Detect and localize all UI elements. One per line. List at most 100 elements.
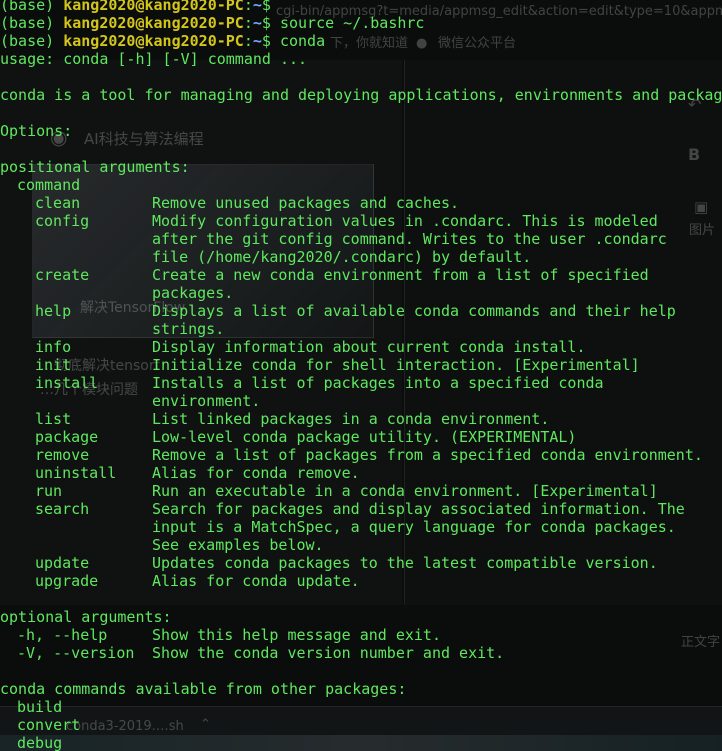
- optional-arg-name: -V, --version: [17, 644, 135, 662]
- prompt-path: ~: [252, 0, 262, 14]
- subcommand-line: info Display information about current co…: [0, 338, 722, 356]
- subcommand-desc: List linked packages in a conda environm…: [152, 410, 550, 428]
- command-label: command: [17, 176, 81, 194]
- options-header: Options:: [0, 122, 73, 140]
- subcommand-name-wrap: clean: [0, 194, 152, 212]
- subcommand-line: install Installs a list of packages into …: [0, 374, 722, 392]
- subcommand-name-wrap: remove: [0, 446, 152, 464]
- subcommand-desc: Run an executable in a conda environment…: [152, 482, 658, 500]
- subcommand-desc: Low-level conda package utility. (EXPERI…: [152, 428, 577, 446]
- subcommand-desc: Alias for conda remove.: [152, 464, 360, 482]
- subcommand-desc: Remove unused packages and caches.: [152, 194, 460, 212]
- positional-header: positional arguments:: [0, 158, 190, 176]
- subcommand-name: init: [35, 356, 72, 374]
- subcommand-desc: Remove a list of packages from a specifi…: [152, 446, 703, 464]
- optional-arg-line: -h, --help Show this help message and exi…: [0, 626, 722, 644]
- subcommand-desc: Search for packages and display associat…: [152, 500, 685, 518]
- usage-text: usage: conda [-h] [-V] command ...: [0, 50, 308, 68]
- subcommand-desc: Displays a list of available conda comma…: [152, 302, 676, 320]
- subcommand-line: help Displays a list of available conda c…: [0, 302, 722, 320]
- subcommand-line: create Create a new conda environment fro…: [0, 266, 722, 284]
- command-label-line: command: [0, 176, 722, 194]
- subcommand-name: info: [35, 338, 72, 356]
- prompt-user-host: kang2020@kang2020-PC: [63, 0, 244, 14]
- subcommand-name: list: [35, 410, 72, 428]
- command-text: conda: [279, 32, 326, 50]
- subcommand-name: package: [35, 428, 99, 446]
- optional-header: optional arguments:: [0, 608, 172, 626]
- subcommand-name: install: [35, 374, 99, 392]
- subcommand-name-wrap: search: [0, 500, 152, 518]
- prompt-path: ~: [252, 14, 262, 32]
- subcommand-name-wrap: create: [0, 266, 152, 284]
- optional-arg-wrap: -V, --version: [0, 644, 152, 662]
- optional-arg-wrap: -h, --help: [0, 626, 152, 644]
- subcommand-line: package Low-level conda package utility. …: [0, 428, 722, 446]
- other-command-line: debug: [0, 734, 722, 751]
- subcommand-desc: Modify configuration values in .condarc.…: [152, 212, 658, 230]
- subcommand-line: environment.: [0, 392, 722, 410]
- optional-arg-line: -V, --version Show the conda version numb…: [0, 644, 722, 662]
- subcommand-name: clean: [35, 194, 81, 212]
- subcommand-name: run: [35, 482, 63, 500]
- subcommand-name: help: [35, 302, 72, 320]
- subcommand-desc: Updates conda packages to the latest com…: [152, 554, 658, 572]
- other-command-name: debug: [17, 734, 63, 751]
- subcommand-name-wrap: update: [0, 554, 152, 572]
- subcommand-desc: Installs a list of packages into a speci…: [152, 374, 604, 392]
- optional-arg-desc: Show the conda version number and exit.: [152, 644, 505, 662]
- subcommand-name: search: [35, 500, 90, 518]
- subcommand-name-wrap: upgrade: [0, 572, 152, 590]
- subcommand-name-wrap: list: [0, 410, 152, 428]
- other-commands-header: conda commands available from other pack…: [0, 680, 407, 698]
- subcommand-line: init Initialize conda for shell interacti…: [0, 356, 722, 374]
- subcommand-desc: See examples below.: [152, 536, 324, 554]
- other-command-line: build: [0, 698, 722, 716]
- prompt-separator: :: [243, 0, 253, 14]
- subcommand-desc: Create a new conda environment from a li…: [152, 266, 649, 284]
- subcommand-line: run Run an executable in a conda environm…: [0, 482, 722, 500]
- prompt-dollar: $: [261, 32, 280, 50]
- other-command-name: build: [17, 698, 63, 716]
- subcommand-desc: Initialize conda for shell interaction. …: [152, 356, 640, 374]
- terminal-window[interactable]: cgi-bin/appmsg?t=media/appmsg_edit&actio…: [0, 0, 722, 751]
- prompt-line: (base) kang2020@kang2020-PC:~$ source ~/…: [0, 14, 722, 32]
- optional-header-line: optional arguments:: [0, 608, 722, 626]
- subcommand-line: See examples below.: [0, 536, 722, 554]
- prompt-user-host: kang2020@kang2020-PC: [63, 14, 244, 32]
- prompt-line: (base) kang2020@kang2020-PC:~$ conda: [0, 32, 722, 50]
- subcommand-name-wrap: install: [0, 374, 152, 392]
- subcommand-name: update: [35, 554, 90, 572]
- subcommand-line: packages.: [0, 284, 722, 302]
- prompt-separator: :: [243, 32, 253, 50]
- subcommand-desc: Display information about current conda …: [152, 338, 586, 356]
- subcommand-desc: packages.: [152, 284, 234, 302]
- subcommand-name: uninstall: [35, 464, 117, 482]
- prompt-env: (base): [0, 14, 64, 32]
- subcommand-line: uninstall Alias for conda remove.: [0, 464, 722, 482]
- subcommand-desc: file (/home/kang2020/.condarc) by defaul…: [152, 248, 532, 266]
- subcommand-desc: environment.: [152, 392, 261, 410]
- subcommand-name-wrap: config: [0, 212, 152, 230]
- subcommand-line: remove Remove a list of packages from a s…: [0, 446, 722, 464]
- other-command-line: convert: [0, 716, 722, 734]
- subcommand-name: upgrade: [35, 572, 99, 590]
- subcommand-name-wrap: info: [0, 338, 152, 356]
- subcommand-name: create: [35, 266, 90, 284]
- prompt-env: (base): [0, 32, 64, 50]
- subcommand-line: input is a MatchSpec, a query language f…: [0, 518, 722, 536]
- subcommand-desc: strings.: [152, 320, 225, 338]
- subcommand-line: file (/home/kang2020/.condarc) by defaul…: [0, 248, 722, 266]
- description-text: conda is a tool for managing and deployi…: [0, 86, 722, 104]
- optional-arg-name: -h, --help: [17, 626, 108, 644]
- usage-line: usage: conda [-h] [-V] command ...: [0, 50, 722, 68]
- subcommand-desc: input is a MatchSpec, a query language f…: [152, 518, 676, 536]
- subcommand-line: search Search for packages and display as…: [0, 500, 722, 518]
- options-header-line: Options:: [0, 122, 722, 140]
- prompt-separator: :: [243, 14, 253, 32]
